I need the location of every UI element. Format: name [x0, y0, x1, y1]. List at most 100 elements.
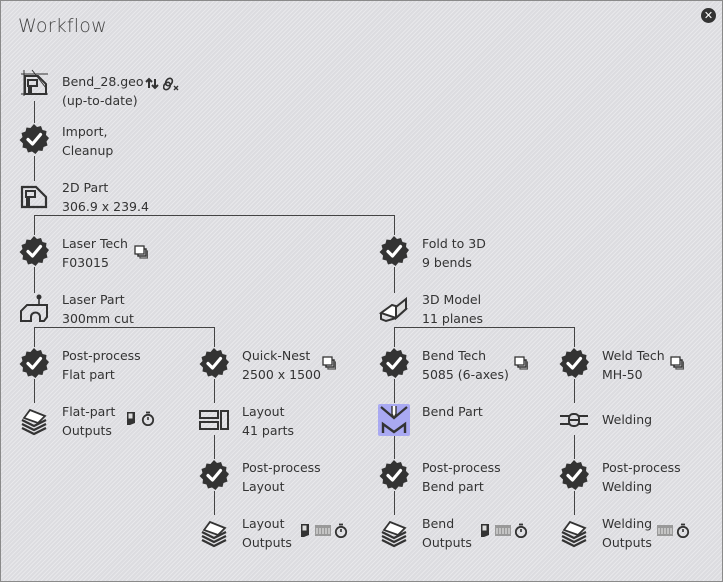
- close-icon[interactable]: ✕: [701, 8, 716, 23]
- node-geo-label[interactable]: Bend_28.geo (up-to-date): [62, 72, 144, 110]
- node-title: Laser Tech: [62, 236, 128, 251]
- layout-icon: [199, 410, 229, 430]
- node-title: Welding: [602, 516, 653, 531]
- node-subtitle: Outputs: [62, 423, 112, 438]
- node-title: Bend Part: [422, 404, 483, 419]
- node-subtitle: 2500 x 1500: [242, 367, 321, 382]
- node-title: Layout: [242, 516, 285, 531]
- node-pp-layout-label[interactable]: Post-process Layout: [242, 458, 321, 496]
- connector: [574, 379, 575, 403]
- node-quick-nest-label[interactable]: Quick-Nest 2500 x 1500: [242, 346, 321, 384]
- stopwatch-icon[interactable]: [334, 523, 348, 538]
- connector: [34, 156, 35, 181]
- node-2d-part-label[interactable]: 2D Part 306.9 x 239.4: [62, 178, 149, 216]
- node-pp-flat-label[interactable]: Post-process Flat part: [62, 346, 141, 384]
- node-subtitle: Bend part: [422, 479, 484, 494]
- node-import-label[interactable]: Import, Cleanup: [62, 122, 113, 160]
- stopwatch-icon[interactable]: [514, 523, 528, 538]
- check-badge-icon: [558, 347, 590, 379]
- node-pp-bend-label[interactable]: Post-process Bend part: [422, 458, 501, 496]
- 3d-model-icon: [378, 296, 409, 323]
- node-subtitle: 300mm cut: [62, 311, 134, 326]
- document-icon[interactable]: [300, 523, 310, 538]
- node-bend-tech-label[interactable]: Bend Tech 5085 (6-axes): [422, 346, 509, 384]
- connector: [394, 379, 395, 403]
- node-fold-label[interactable]: Fold to 3D 9 bends: [422, 234, 486, 272]
- node-subtitle: Welding: [602, 479, 653, 494]
- connector: [394, 327, 395, 347]
- node-title: Bend_28.geo: [62, 74, 144, 89]
- node-laser-tech-label[interactable]: Laser Tech F03015: [62, 234, 128, 272]
- update-icon[interactable]: [145, 77, 159, 90]
- node-title: Welding: [602, 412, 653, 427]
- node-title: Flat-part: [62, 404, 116, 419]
- node-title: 2D Part: [62, 180, 109, 195]
- copy-icon[interactable]: [670, 356, 684, 370]
- copy-icon[interactable]: [514, 356, 528, 370]
- node-title: Bend: [422, 516, 455, 531]
- connector: [574, 491, 575, 515]
- node-subtitle: Outputs: [242, 535, 292, 550]
- report-icon[interactable]: [495, 524, 511, 537]
- connector: [214, 491, 215, 515]
- connector: [34, 327, 35, 347]
- node-bend-outputs-label[interactable]: Bend Outputs: [422, 514, 472, 552]
- check-badge-icon: [18, 347, 50, 379]
- welding-icon: [560, 413, 588, 427]
- node-title: Layout: [242, 404, 285, 419]
- laser-part-icon: [20, 294, 48, 322]
- stopwatch-icon[interactable]: [676, 523, 690, 538]
- node-subtitle: 9 bends: [422, 255, 472, 270]
- stack-icon: [200, 520, 228, 548]
- connector: [34, 215, 35, 235]
- node-title: Quick-Nest: [242, 348, 311, 363]
- node-subtitle: 11 planes: [422, 311, 484, 326]
- node-title: Laser Part: [62, 292, 125, 307]
- node-layout-outputs-label[interactable]: Layout Outputs: [242, 514, 292, 552]
- node-weld-tech-label[interactable]: Weld Tech MH-50: [602, 346, 665, 384]
- node-subtitle: F03015: [62, 255, 109, 270]
- flat-part-icon: [20, 185, 48, 209]
- node-title: Post-process: [602, 460, 681, 475]
- copy-icon[interactable]: [322, 356, 336, 370]
- node-layout-label[interactable]: Layout 41 parts: [242, 402, 294, 440]
- report-icon[interactable]: [657, 524, 673, 537]
- node-title: Fold to 3D: [422, 236, 486, 251]
- node-welding-label[interactable]: Welding: [602, 410, 652, 429]
- connector: [394, 327, 574, 328]
- drawing-file-icon: [21, 69, 48, 96]
- copy-icon[interactable]: [134, 245, 148, 259]
- connector: [394, 215, 395, 235]
- check-badge-icon: [198, 459, 230, 491]
- connector: [394, 267, 395, 293]
- check-badge-icon: [18, 123, 50, 155]
- node-3d-model-label[interactable]: 3D Model 11 planes: [422, 290, 483, 328]
- check-badge-icon: [378, 347, 410, 379]
- document-icon[interactable]: [480, 523, 490, 538]
- check-badge-icon: [198, 347, 230, 379]
- node-flat-outputs-label[interactable]: Flat-part Outputs: [62, 402, 115, 440]
- connector: [574, 435, 575, 459]
- connector: [34, 101, 35, 123]
- node-subtitle: (up-to-date): [62, 93, 138, 108]
- document-icon[interactable]: [126, 411, 136, 426]
- node-title: 3D Model: [422, 292, 482, 307]
- stack-icon: [380, 520, 408, 548]
- connector: [214, 435, 215, 459]
- node-subtitle: Outputs: [602, 535, 652, 550]
- connector: [34, 379, 35, 403]
- press-brake-icon: [378, 404, 410, 436]
- node-subtitle: Flat part: [62, 367, 115, 382]
- report-icon[interactable]: [315, 524, 331, 537]
- node-pp-weld-label[interactable]: Post-process Welding: [602, 458, 681, 496]
- node-subtitle: 306.9 x 239.4: [62, 199, 149, 214]
- node-subtitle: MH-50: [602, 367, 643, 382]
- node-bend-part-label[interactable]: Bend Part: [422, 402, 483, 421]
- stopwatch-icon[interactable]: [141, 411, 155, 426]
- check-badge-icon: [378, 235, 410, 267]
- node-title: Bend Tech: [422, 348, 487, 363]
- node-title: Post-process: [62, 348, 141, 363]
- unlink-icon[interactable]: [163, 77, 179, 91]
- node-weld-outputs-label[interactable]: Welding Outputs: [602, 514, 652, 552]
- node-laser-part-label[interactable]: Laser Part 300mm cut: [62, 290, 134, 328]
